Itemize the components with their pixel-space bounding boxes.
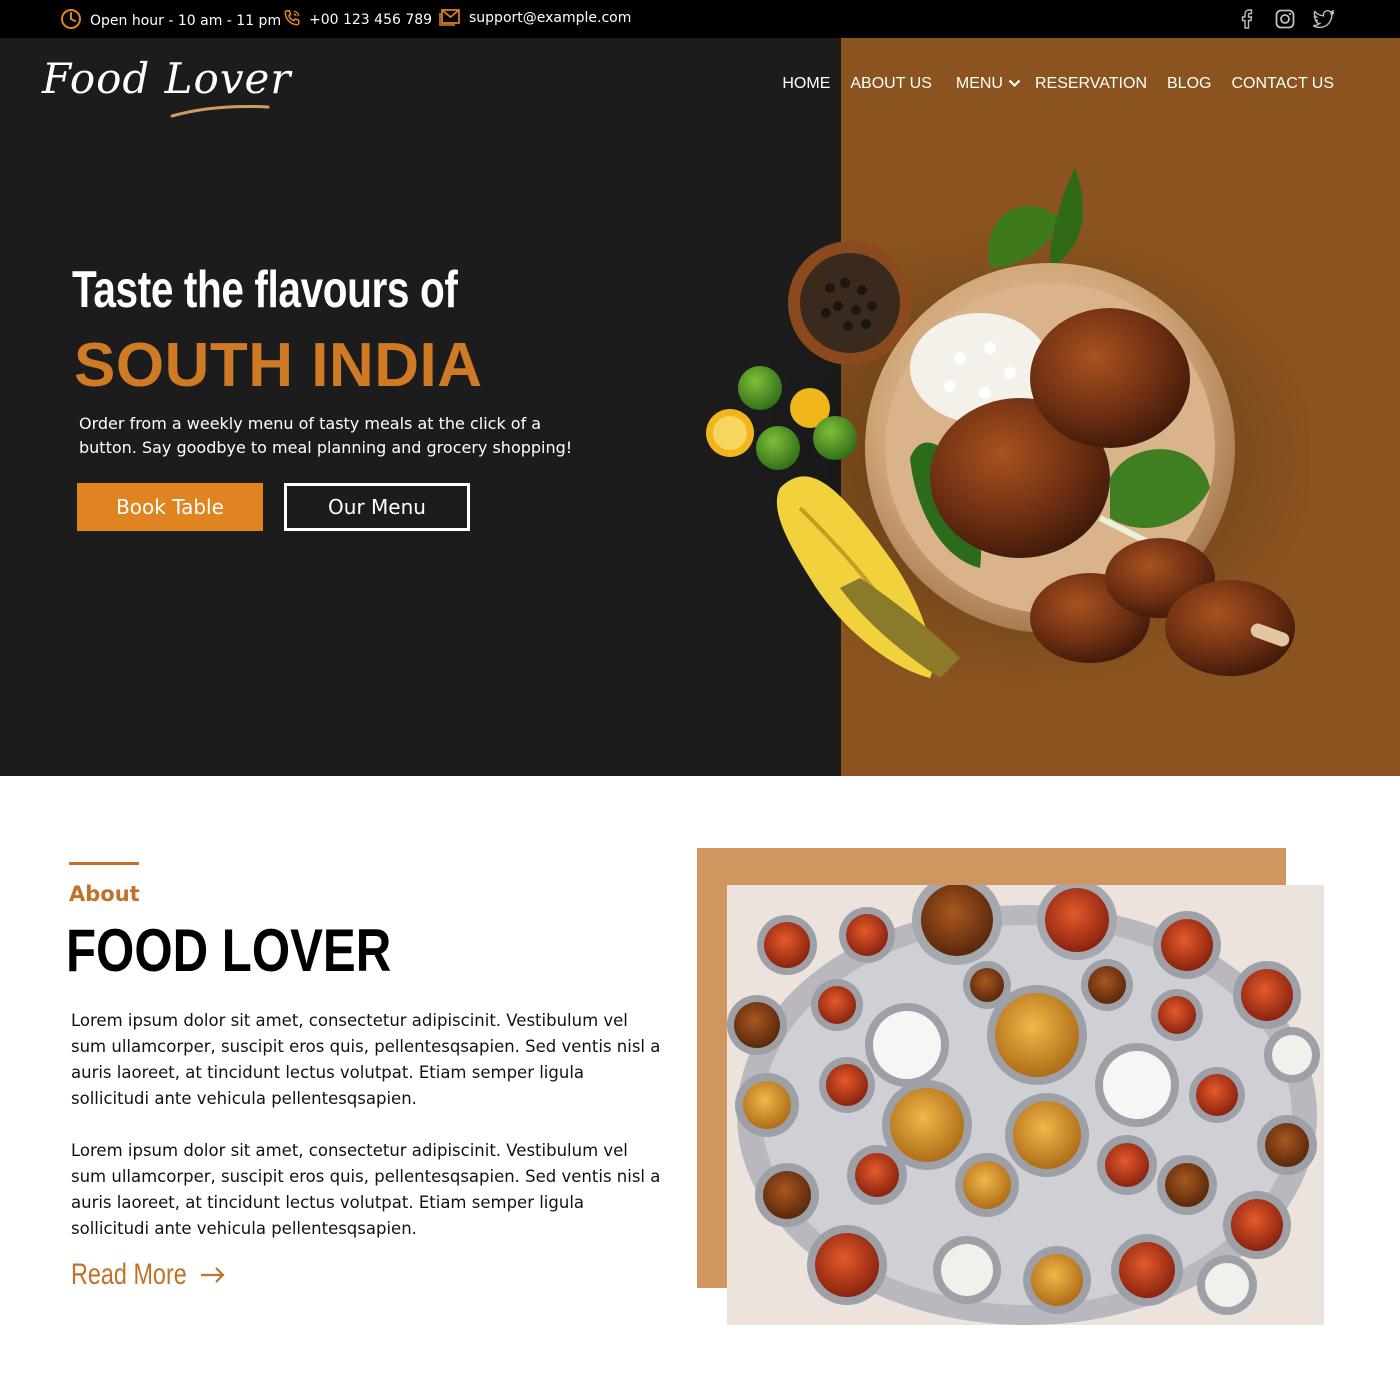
nav-home[interactable]: HOME (782, 75, 830, 93)
twitter-icon[interactable] (1313, 8, 1335, 30)
hero-title: Taste the flavours of (72, 261, 458, 319)
email-address: support@example.com (469, 10, 632, 26)
hero-subtitle: SOUTH INDIA (74, 331, 483, 400)
book-table-button[interactable]: Book Table (77, 483, 263, 531)
top-bar: Open hour - 10 am - 11 pm +00 123 456 78… (0, 0, 1400, 38)
read-more-link[interactable]: Read More (71, 1258, 227, 1292)
nav-menu[interactable]: MENU (956, 75, 1021, 93)
about-paragraph-1: Lorem ipsum dolor sit amet, consectetur … (71, 1011, 661, 1108)
about-food-image (727, 885, 1324, 1325)
email[interactable]: support@example.com (439, 6, 631, 30)
read-more-label: Read More (71, 1258, 187, 1291)
about-divider (69, 862, 139, 865)
nav-contact[interactable]: CONTACT US (1231, 75, 1334, 93)
mail-icon (439, 6, 469, 30)
opening-hours-text: Open hour - 10 am - 11 pm (90, 13, 282, 29)
arrow-right-icon (199, 1258, 227, 1292)
instagram-icon[interactable] (1274, 8, 1296, 30)
nav-blog[interactable]: BLOG (1167, 75, 1211, 93)
clock-icon (60, 8, 90, 34)
hero-section: Food Lover HOME ABOUT US MENU RESERVATIO… (0, 38, 1400, 776)
nav-about[interactable]: ABOUT US (850, 75, 932, 93)
nav-menu-label: MENU (955, 75, 1003, 92)
nav-reservation[interactable]: RESERVATION (1035, 75, 1147, 93)
about-kicker: About (69, 882, 140, 906)
logo-swash (170, 104, 270, 118)
chevron-down-icon (1008, 75, 1021, 93)
main-nav: HOME ABOUT US MENU RESERVATION BLOG CONT… (762, 75, 1334, 93)
logo-text: Food Lover (42, 54, 292, 103)
about-title: FOOD LOVER (66, 917, 392, 984)
about-paragraph-2: Lorem ipsum dolor sit amet, consectetur … (71, 1141, 661, 1238)
phone-icon (283, 8, 309, 32)
hero-food-image (706, 168, 1310, 688)
phone-number: +00 123 456 789 (309, 12, 433, 28)
brand-logo[interactable]: Food Lover (42, 52, 291, 122)
our-menu-button[interactable]: Our Menu (284, 483, 470, 531)
opening-hours: Open hour - 10 am - 11 pm (60, 8, 281, 34)
hero-description: Order from a weekly menu of tasty meals … (79, 414, 573, 457)
facebook-icon[interactable] (1236, 8, 1258, 30)
phone[interactable]: +00 123 456 789 (283, 8, 432, 32)
